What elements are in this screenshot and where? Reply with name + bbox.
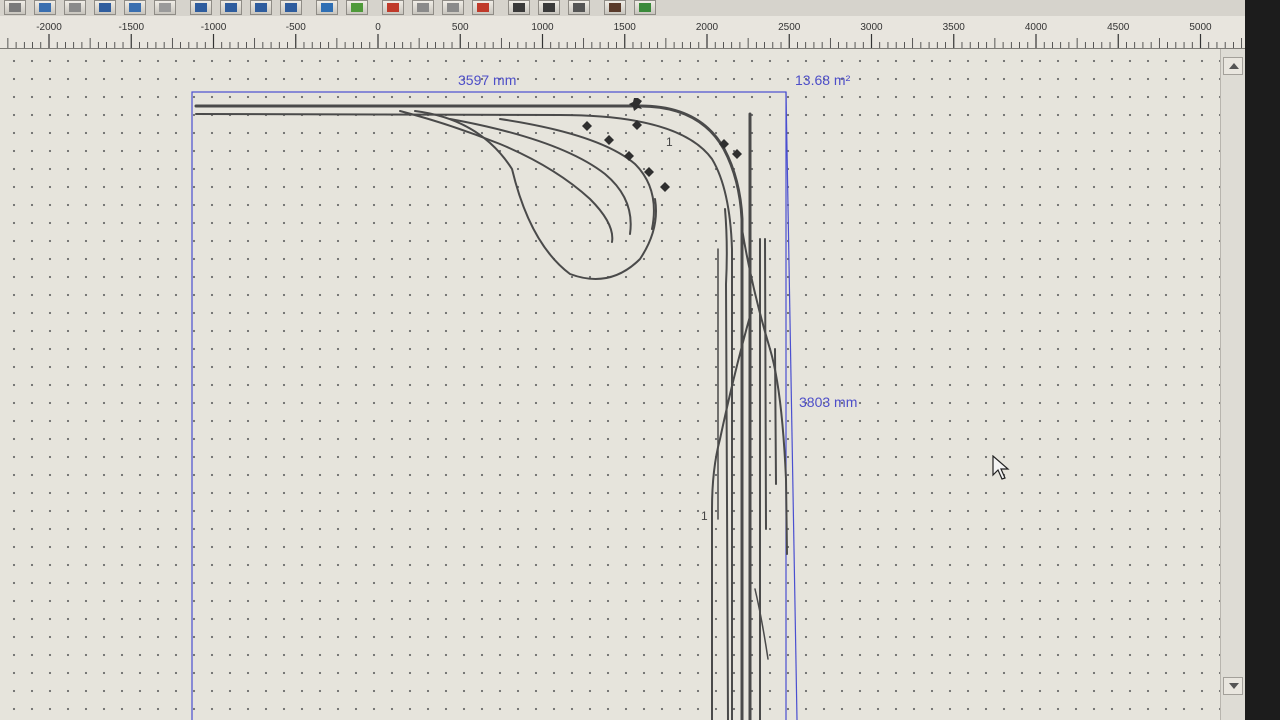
- ruler-tick-label: 0: [375, 22, 381, 33]
- ruler-tick-label: 500: [452, 22, 469, 33]
- ruler-tick-label: -500: [286, 22, 306, 33]
- zoom-fit-button[interactable]: [250, 0, 272, 15]
- signal-n-button[interactable]: [412, 0, 434, 15]
- down-arrow-icon: [1229, 683, 1239, 689]
- scroll-down-button[interactable]: [1223, 677, 1243, 695]
- track-vertical-3[interactable]: [764, 238, 767, 530]
- zoom-in-button[interactable]: [190, 0, 212, 15]
- signal-exit-icon: [477, 3, 489, 12]
- turnout-marker[interactable]: [582, 121, 592, 131]
- image-icon: [321, 3, 333, 12]
- track-second-corner[interactable]: [195, 113, 733, 720]
- signal-down-button[interactable]: [442, 0, 464, 15]
- layout-plan[interactable]: 1 1: [0, 49, 1245, 720]
- undo-icon: [129, 3, 141, 12]
- bridge-button[interactable]: [508, 0, 530, 15]
- signal-n-icon: [417, 3, 429, 12]
- turnout-marker[interactable]: [719, 139, 729, 149]
- ruler-tick-label: 1000: [531, 22, 554, 33]
- save-button[interactable]: [94, 0, 116, 15]
- drawing-canvas[interactable]: 1 1 3597 mm 13.68 m² 3803 mm: [0, 49, 1245, 720]
- mouse-pointer-icon: [992, 455, 1010, 480]
- image-button[interactable]: [316, 0, 338, 15]
- zoom-window-icon: [285, 3, 297, 12]
- horizontal-ruler: -2000 -1500 -1000 -500 0 500 1000 1500 2000 2500 3…: [0, 16, 1245, 49]
- ruler-tick-label: 2500: [778, 22, 801, 33]
- track-branch-left[interactable]: [724, 208, 729, 720]
- turnout-marker[interactable]: [732, 149, 742, 159]
- signal-down-icon: [447, 3, 459, 12]
- track-number-label: 1: [701, 509, 708, 523]
- ruler-tick-label: 4000: [1025, 22, 1048, 33]
- ruler-tick-label: -1500: [118, 22, 144, 33]
- track-main-corner[interactable]: [194, 104, 744, 720]
- zoom-in-icon: [195, 3, 207, 12]
- track-section-button[interactable]: [538, 0, 560, 15]
- bridge-icon: [513, 3, 525, 12]
- delete-button[interactable]: [64, 0, 86, 15]
- scroll-up-button[interactable]: [1223, 57, 1243, 75]
- turnout-marker[interactable]: [629, 98, 642, 111]
- turnout-marker[interactable]: [660, 182, 670, 192]
- ruler-tick-label: -2000: [36, 22, 62, 33]
- layers-button[interactable]: [346, 0, 368, 15]
- screen-bezel: [1245, 0, 1280, 720]
- layout-boundary-right-edge: [785, 91, 798, 720]
- zoom-out-button[interactable]: [220, 0, 242, 15]
- signal-red-button[interactable]: [382, 0, 404, 15]
- track-return-loop[interactable]: [414, 110, 657, 280]
- track-section-icon: [543, 3, 555, 12]
- zoom-window-button[interactable]: [280, 0, 302, 15]
- signal-red-icon: [387, 3, 399, 12]
- locomotive-icon: [639, 3, 651, 12]
- ruler-tick-label: 4500: [1107, 22, 1130, 33]
- turnout-marker[interactable]: [624, 151, 634, 161]
- zoom-out-icon: [225, 3, 237, 12]
- undo-button[interactable]: [124, 0, 146, 15]
- locomotive-button[interactable]: [634, 0, 656, 15]
- ruler-scale: -2000 -1500 -1000 -500 0 500 1000 1500 2000 2500 3…: [7, 22, 1243, 48]
- new-button[interactable]: [4, 0, 26, 15]
- ruler-tick-label: 2000: [696, 22, 719, 33]
- area-label: 13.68 m²: [795, 72, 851, 88]
- ruler-tick-label: 1500: [614, 22, 637, 33]
- delete-icon: [69, 3, 81, 12]
- save-icon: [99, 3, 111, 12]
- redo-button[interactable]: [154, 0, 176, 15]
- ruler-tick-label: 3000: [860, 22, 883, 33]
- ruler-tick-label: 5000: [1189, 22, 1212, 33]
- figure-icon: [609, 3, 621, 12]
- grid-menu-button[interactable]: [568, 0, 590, 15]
- width-dimension-label: 3597 mm: [458, 72, 517, 88]
- figure-button[interactable]: [604, 0, 626, 15]
- main-toolbar: [0, 0, 1245, 17]
- layers-icon: [351, 3, 363, 12]
- redo-icon: [159, 3, 171, 12]
- vertical-scrollbar[interactable]: [1220, 49, 1246, 720]
- grid-menu-icon: [573, 3, 585, 12]
- open-icon: [39, 3, 51, 12]
- track-number-label: 1: [666, 135, 673, 149]
- ruler-tick-label: -1000: [201, 22, 227, 33]
- track-crossover[interactable]: [754, 588, 769, 660]
- open-button[interactable]: [34, 0, 56, 15]
- ruler-tick-label: 3500: [943, 22, 966, 33]
- track-vertical-5[interactable]: [774, 348, 777, 485]
- layout-boundary[interactable]: [191, 91, 787, 720]
- new-icon: [9, 3, 21, 12]
- turnout-marker[interactable]: [604, 135, 614, 145]
- signal-exit-button[interactable]: [472, 0, 494, 15]
- up-arrow-icon: [1229, 63, 1239, 69]
- turnout-marker[interactable]: [644, 167, 654, 177]
- zoom-fit-icon: [255, 3, 267, 12]
- height-dimension-label: 3803 mm: [799, 394, 858, 410]
